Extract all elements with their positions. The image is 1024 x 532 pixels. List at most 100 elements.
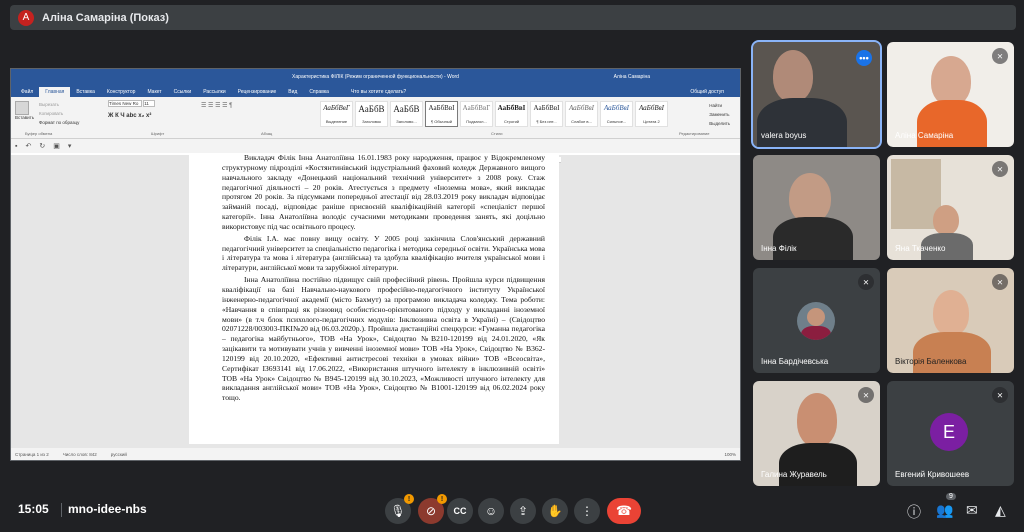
tab-references[interactable]: Ссылки xyxy=(168,87,198,97)
more-vert-icon: ⋮ xyxy=(581,504,593,518)
participant-name: Інна Бардічевська xyxy=(761,357,829,366)
participant-name: valera boyus xyxy=(761,131,807,140)
hangup-icon: ☎ xyxy=(615,503,633,518)
word-count: Число слов: 842 xyxy=(62,451,97,457)
leave-call-button[interactable]: ☎ xyxy=(607,498,641,524)
presenter-bar: A Аліна Самаріна (Показ) xyxy=(10,5,1016,30)
clipboard-label: Буфер обмена xyxy=(25,131,53,136)
participant-name: Вікторія Баленкова xyxy=(895,357,967,366)
people-count: 9 xyxy=(946,493,956,500)
find-button[interactable]: Найти xyxy=(709,101,730,110)
participant-tile[interactable]: ••• valera boyus xyxy=(751,40,882,149)
tell-me-search[interactable]: Что вы хотите сделать? xyxy=(345,87,412,97)
presenter-title: Аліна Самаріна (Показ) xyxy=(42,11,169,24)
style-item[interactable]: АаБбВвІ Цитата 2 xyxy=(635,101,668,127)
participant-tile[interactable]: ⨯ Аліна Самаріна xyxy=(887,42,1014,147)
editing-group: Найти Заменить Выделить xyxy=(709,101,730,128)
participant-video-body xyxy=(913,332,991,373)
info-icon[interactable]: ⓘ xyxy=(907,502,921,522)
undo-icon[interactable]: ↶ xyxy=(25,142,31,150)
participant-tile[interactable]: Інна Філік xyxy=(753,155,880,260)
style-item[interactable]: АаБбВвІ ¶ Обычный xyxy=(425,101,458,127)
select-button[interactable]: Выделить xyxy=(709,119,730,128)
participant-tile[interactable]: ⨯ Вікторія Баленкова xyxy=(887,268,1014,373)
participant-video xyxy=(933,205,959,235)
participant-tile[interactable]: ⨯ Галина Журавель xyxy=(753,381,880,486)
captions-button[interactable]: CC xyxy=(447,498,473,524)
font-name-select[interactable]: Times New Ro xyxy=(108,100,142,107)
replace-button[interactable]: Заменить xyxy=(709,110,730,119)
view-icon[interactable]: ▣ xyxy=(53,142,60,150)
more-options-icon[interactable]: ••• xyxy=(856,50,872,66)
participant-tile[interactable]: ⨯ Інна Бардічевська xyxy=(753,268,880,373)
camera-warning-badge: ! xyxy=(437,494,447,504)
raise-hand-button[interactable]: ✋ xyxy=(542,498,568,524)
font-size-select[interactable]: 11 xyxy=(143,100,156,107)
style-item[interactable]: АаБбВвІ ¶ Без инт... xyxy=(530,101,563,127)
word-statusbar: Страница 1 из 2 Число слов: 842 русский … xyxy=(11,448,740,460)
share-button[interactable]: Общий доступ xyxy=(684,87,730,97)
doc-paragraph: Інна Анатоліївна постійно підвищує свій … xyxy=(222,275,545,403)
word-ribbon-tabs: Файл Главная Вставка Конструктор Макет С… xyxy=(11,85,740,97)
tab-insert[interactable]: Вставка xyxy=(70,87,101,97)
word-user: Аліна Самаріна xyxy=(613,74,650,80)
redo-icon[interactable]: ↻ xyxy=(39,142,45,150)
participant-video xyxy=(773,50,813,102)
paste-button[interactable]: Вставить xyxy=(15,115,34,120)
mic-off-icon: ⨯ xyxy=(858,387,874,403)
zoom-level[interactable]: 100% xyxy=(724,452,736,457)
ribbon-group-labels: Буфер обмена Шрифт Абзац Стили Редактиро… xyxy=(11,131,740,137)
reactions-button[interactable]: ☺ xyxy=(478,498,504,524)
present-button[interactable]: ⇪ xyxy=(510,498,536,524)
shared-screen[interactable]: Характеристика ФІЛІК (Режим ограниченной… xyxy=(10,68,741,461)
style-item[interactable]: АаБбВ Заголово... xyxy=(390,101,423,127)
participant-tile[interactable]: ⨯ Яна Ткаченко xyxy=(887,155,1014,260)
tab-help[interactable]: Справка xyxy=(303,87,335,97)
customize-icon[interactable]: ▾ xyxy=(68,142,72,150)
camera-button[interactable]: ⊘ ! xyxy=(418,494,447,524)
styles-gallery: АаБбВвГ Выделение АаБбВ Заголовок АаБбВ Заг… xyxy=(320,101,668,127)
mic-off-icon: ⨯ xyxy=(992,274,1008,290)
emoji-icon: ☺ xyxy=(484,504,498,518)
camera-off-icon: ⊘ xyxy=(425,504,437,518)
word-ribbon: Вставить Вырезать Копировать Формат по о… xyxy=(11,97,740,139)
format-painter-button[interactable]: Формат по образцу xyxy=(39,118,79,127)
style-item[interactable]: АаБбВвІ Сильное... xyxy=(600,101,633,127)
document-page[interactable]: Викладач Філік Інна Анатоліївна 16.01.19… xyxy=(189,153,559,444)
paragraph-group[interactable]: ☰ ☰ ☰ ☰ ¶ xyxy=(201,102,232,109)
tab-home[interactable]: Главная xyxy=(39,87,71,97)
style-item[interactable]: АаБбВвІ Строгий xyxy=(495,101,528,127)
style-item[interactable]: АаБбВ Заголовок xyxy=(355,101,388,127)
paste-icon[interactable] xyxy=(15,101,29,115)
copy-button[interactable]: Копировать xyxy=(39,109,79,118)
editing-label: Редактирование xyxy=(679,131,710,136)
tab-mailings[interactable]: Рассылки xyxy=(197,87,231,97)
participant-video-body xyxy=(773,217,853,260)
save-icon[interactable]: ▪ xyxy=(15,143,17,150)
participant-video xyxy=(931,56,971,106)
style-item[interactable]: АаБбВвІ Слабое в... xyxy=(565,101,598,127)
tab-review[interactable]: Рецензирование xyxy=(232,87,283,97)
people-icon[interactable]: 👥 xyxy=(936,502,953,519)
tab-file[interactable]: Файл xyxy=(15,87,39,97)
mic-off-icon: ⨯ xyxy=(858,274,874,290)
word-doc-title: Характеристика ФІЛІК (Режим ограниченной… xyxy=(292,74,459,80)
participant-name: Яна Ткаченко xyxy=(895,244,946,253)
tab-view[interactable]: Вид xyxy=(282,87,303,97)
font-format-buttons[interactable]: Ж К Ч abc x₂ x² xyxy=(108,113,155,119)
chat-icon[interactable]: ✉ xyxy=(966,502,978,519)
word-titlebar: Характеристика ФІЛІК (Режим ограниченной… xyxy=(11,69,740,85)
mic-icon: 🎙 xyxy=(390,504,406,518)
mic-button[interactable]: 🎙 ! xyxy=(385,494,414,524)
cut-button[interactable]: Вырезать xyxy=(39,100,79,109)
participant-video xyxy=(797,393,837,447)
activities-icon[interactable]: ◭ xyxy=(995,502,1006,519)
style-item[interactable]: АаБбВвГ Выделение xyxy=(320,101,353,127)
tab-design[interactable]: Конструктор xyxy=(101,87,142,97)
participant-name: Галина Журавель xyxy=(761,470,827,479)
participant-tile[interactable]: E ⨯ Евгений Кривошеев xyxy=(887,381,1014,486)
participant-name: Евгений Кривошеев xyxy=(895,470,970,479)
style-item[interactable]: АаБбВвГ Подзагол... xyxy=(460,101,493,127)
more-options-button[interactable]: ⋮ xyxy=(574,498,600,524)
tab-layout[interactable]: Макет xyxy=(141,87,167,97)
